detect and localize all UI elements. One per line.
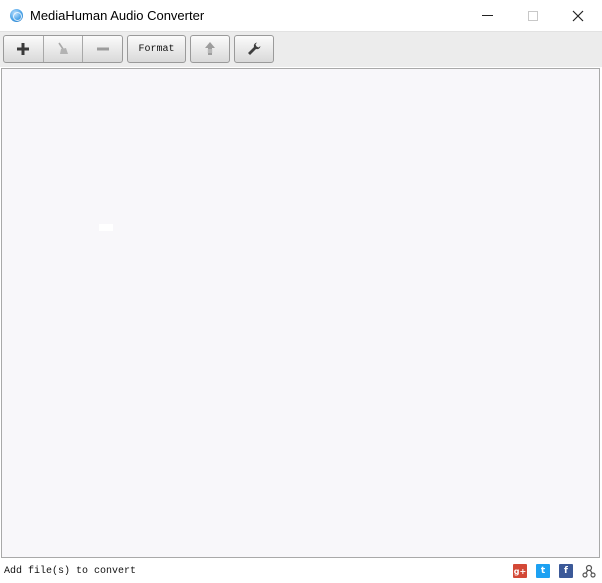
format-button[interactable]: Format [127,35,186,63]
close-button[interactable] [555,0,601,31]
placeholder-mark [99,224,113,231]
app-globe-icon [10,9,23,22]
status-bar: Add file(s) to convert g+ t f [0,559,602,583]
clear-list-button[interactable] [44,36,84,62]
add-files-button[interactable] [4,36,44,62]
network-icon[interactable] [582,564,596,578]
settings-button[interactable] [234,35,274,63]
wrench-icon [248,42,261,55]
maximize-button[interactable] [510,0,556,31]
file-list[interactable] [1,68,600,558]
plus-icon [17,43,30,55]
file-actions-group [3,35,123,63]
maximize-icon [528,10,538,21]
title-bar[interactable]: MediaHuman Audio Converter [0,0,602,31]
itunes-upload-button[interactable] [190,35,230,63]
minus-icon [96,47,109,51]
status-message: Add file(s) to convert [4,566,137,577]
google-plus-icon[interactable]: g+ [513,564,527,578]
broom-icon [58,42,68,54]
window-title: MediaHuman Audio Converter [30,8,205,23]
remove-file-button[interactable] [83,36,122,62]
close-icon [572,10,584,21]
minimize-button[interactable] [464,0,510,31]
facebook-icon[interactable]: f [559,564,573,578]
twitter-icon[interactable]: t [536,564,550,578]
minimize-icon [481,15,493,16]
itunes-upload-icon [205,42,215,55]
toolbar: Format [0,31,602,67]
